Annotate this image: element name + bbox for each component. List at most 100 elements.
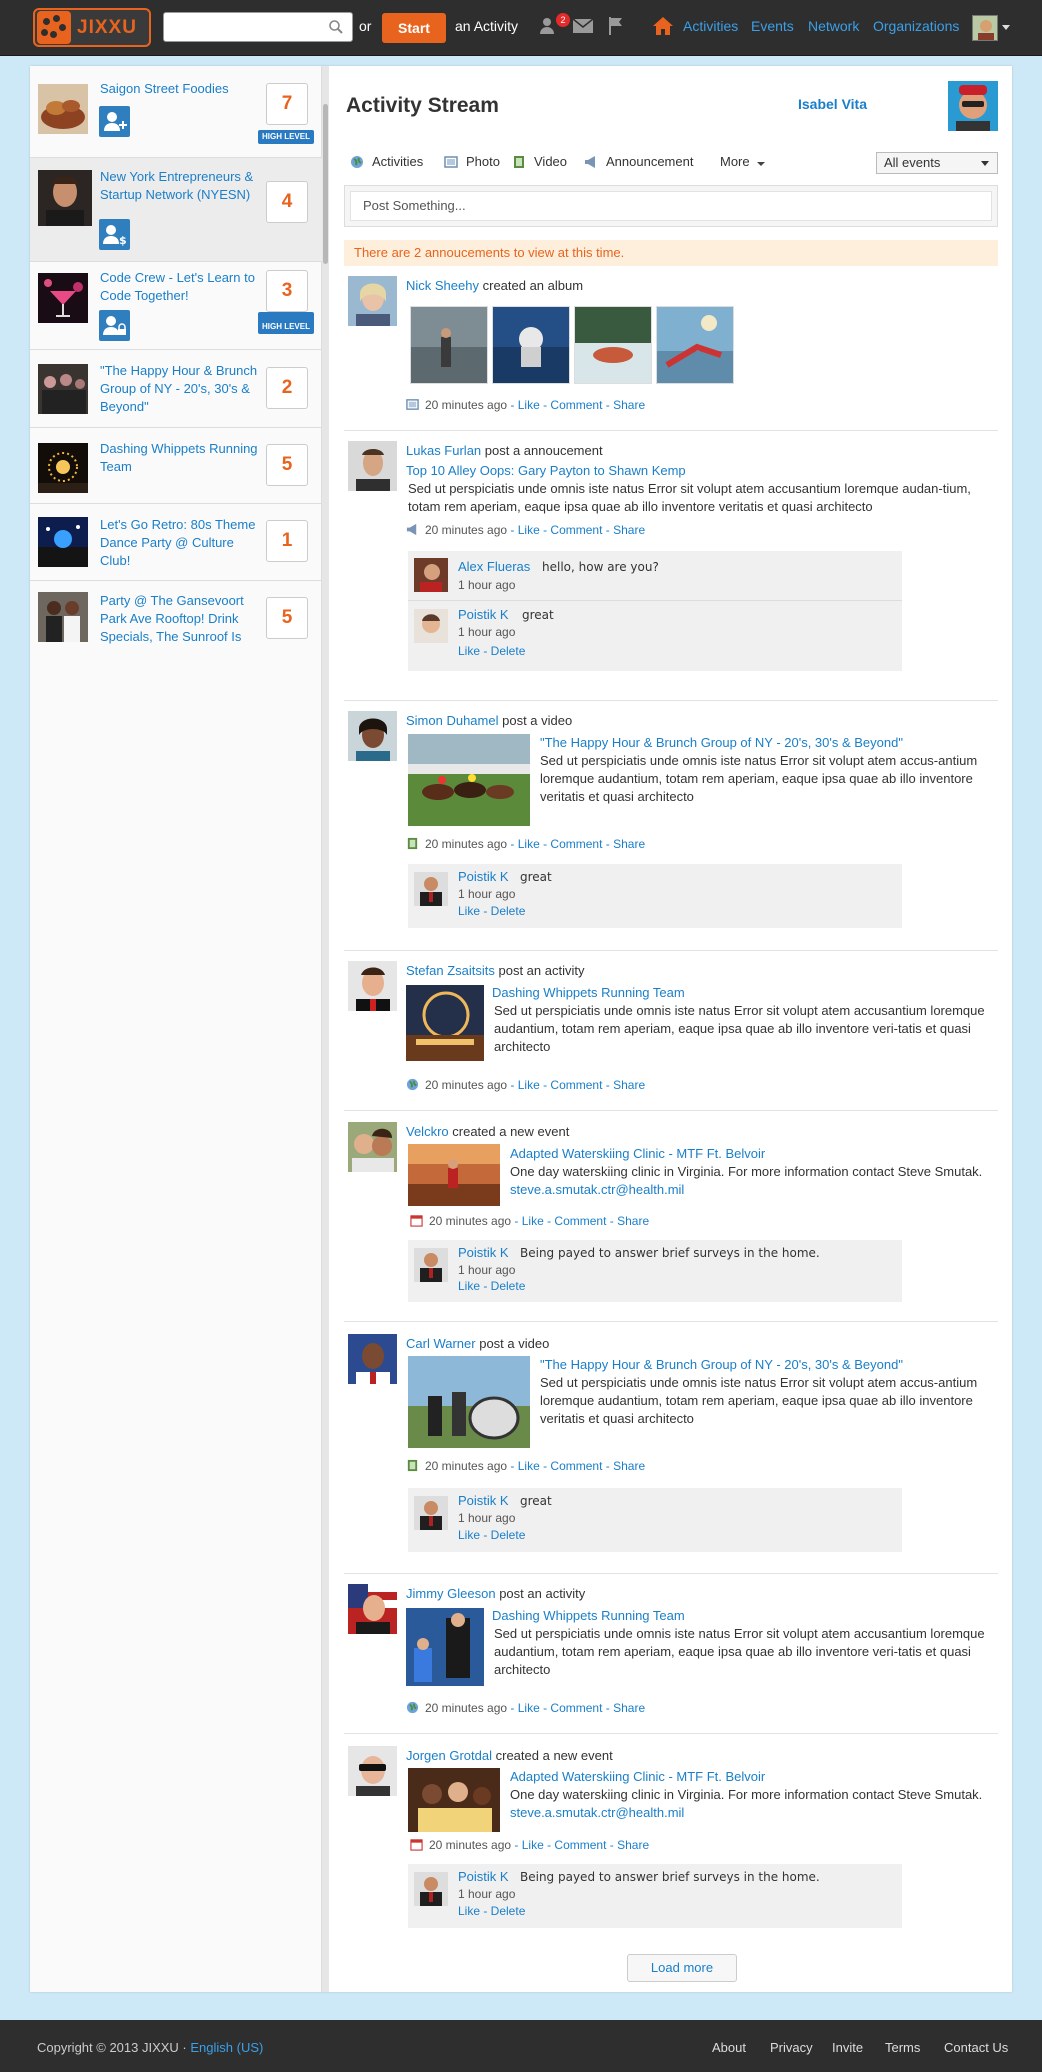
event-image[interactable] <box>408 1768 500 1832</box>
footer-link-terms[interactable]: Terms <box>885 2040 920 2055</box>
mail-icon[interactable] <box>571 14 595 38</box>
sidebar-scrollbar-thumb[interactable] <box>323 104 328 264</box>
load-more-button[interactable]: Load more <box>627 1954 737 1982</box>
comment-avatar[interactable] <box>414 1872 448 1906</box>
video-title[interactable]: "The Happy Hour & Brunch Group of NY - 2… <box>540 1357 903 1372</box>
footer-link-privacy[interactable]: Privacy <box>770 2040 813 2055</box>
sidebar-item-title[interactable]: Dashing Whippets Running Team <box>100 440 260 476</box>
user-avatar[interactable] <box>348 1746 397 1796</box>
album-photo[interactable] <box>492 306 570 384</box>
album-photo[interactable] <box>410 306 488 384</box>
comment-author[interactable]: Poistik K <box>458 869 509 884</box>
activity-user-link[interactable]: Velckro <box>406 1124 449 1139</box>
comment-actions[interactable]: Like - Delete <box>458 904 525 918</box>
sidebar-item-title[interactable]: New York Entrepreneurs & Startup Network… <box>100 168 260 204</box>
comment-actions[interactable]: Like - Delete <box>458 1279 525 1293</box>
announcement-title[interactable]: Top 10 Alley Oops: Gary Payton to Shawn … <box>406 463 686 478</box>
event-title[interactable]: Adapted Waterskiing Clinic - MTF Ft. Bel… <box>510 1769 765 1784</box>
current-user-avatar[interactable] <box>948 81 998 131</box>
tab-activities[interactable]: Activities <box>372 154 423 169</box>
user-avatar[interactable] <box>348 1334 397 1384</box>
sidebar-item[interactable]: New York Entrepreneurs & Startup Network… <box>30 158 322 326</box>
activity-user-link[interactable]: Stefan Zsaitsits <box>406 963 495 978</box>
footer-link-invite[interactable]: Invite <box>832 2040 863 2055</box>
user-avatar[interactable] <box>348 961 397 1011</box>
sidebar-item[interactable]: Party @ The Gansevoort Park Ave Rooftop!… <box>30 581 322 658</box>
comment-author[interactable]: Alex Flueras <box>458 559 530 574</box>
nav-events[interactable]: Events <box>751 18 794 34</box>
start-button[interactable]: Start <box>382 13 446 43</box>
comment-author[interactable]: Poistik K <box>458 1493 509 1508</box>
user-avatar[interactable] <box>348 1584 397 1634</box>
search-icon[interactable] <box>328 19 344 35</box>
sidebar-item[interactable]: Let's Go Retro: 80s Theme Dance Party @ … <box>30 504 322 581</box>
footer-link-contact[interactable]: Contact Us <box>944 2040 1008 2055</box>
comment-author[interactable]: Poistik K <box>458 1245 509 1260</box>
activity-image[interactable] <box>406 985 484 1061</box>
announcement-notice[interactable]: There are 2 annoucements to view at this… <box>344 240 998 266</box>
activity-user-link[interactable]: Lukas Furlan <box>406 443 481 458</box>
comment-actions[interactable]: Like - Delete <box>458 1528 525 1542</box>
user-avatar[interactable] <box>348 276 397 326</box>
sidebar-item-title[interactable]: "The Happy Hour & Brunch Group of NY - 2… <box>100 362 260 416</box>
activity-actions[interactable]: - Like - Comment - Share <box>510 398 645 412</box>
comment-author[interactable]: Poistik K <box>458 1869 509 1884</box>
contact-email-link[interactable]: steve.a.smutak.ctr@health.mil <box>510 1182 684 1197</box>
sidebar-item[interactable]: "The Happy Hour & Brunch Group of NY - 2… <box>30 350 322 428</box>
user-lock-icon[interactable] <box>99 310 130 341</box>
sidebar-scrollbar[interactable] <box>322 66 329 1992</box>
comment-author[interactable]: Poistik K <box>458 607 509 622</box>
activity-user-link[interactable]: Nick Sheehy <box>406 278 479 293</box>
event-title[interactable]: Adapted Waterskiing Clinic - MTF Ft. Bel… <box>510 1146 765 1161</box>
comment-avatar[interactable] <box>414 872 448 906</box>
album-photo[interactable] <box>574 306 652 384</box>
current-user-name[interactable]: Isabel Vita <box>743 96 867 112</box>
sidebar-item-title[interactable]: Party @ The Gansevoort Park Ave Rooftop!… <box>100 592 260 646</box>
activity-user-link[interactable]: Jorgen Grotdal <box>406 1748 492 1763</box>
logo[interactable]: JIXXU <box>33 8 151 47</box>
sidebar-item-title[interactable]: Saigon Street Foodies <box>100 80 260 98</box>
user-menu-caret[interactable] <box>1002 25 1010 30</box>
contact-email-link[interactable]: steve.a.smutak.ctr@health.mil <box>510 1805 684 1820</box>
comment-actions[interactable]: Like - Delete <box>458 644 525 658</box>
user-avatar[interactable] <box>348 1122 397 1172</box>
language-link[interactable]: English (US) <box>190 2040 263 2055</box>
comment-avatar[interactable] <box>414 1496 448 1530</box>
activity-user-link[interactable]: Simon Duhamel <box>406 713 499 728</box>
event-image[interactable] <box>408 1144 500 1206</box>
nav-activities[interactable]: Activities <box>683 18 738 34</box>
user-dollar-icon[interactable]: $ <box>99 219 130 250</box>
tab-video[interactable]: Video <box>534 154 567 169</box>
sidebar-item[interactable]: Code Crew - Let's Learn to Code Together… <box>30 262 322 350</box>
comment-actions[interactable]: Like - Delete <box>458 1904 525 1918</box>
sidebar-item[interactable]: Saigon Street Foodies 7 HIGH LEVEL <box>30 66 322 158</box>
user-avatar[interactable] <box>348 441 397 491</box>
sidebar-item[interactable]: Dashing Whippets Running Team 5 <box>30 428 322 504</box>
comment-avatar[interactable] <box>414 609 448 643</box>
home-icon[interactable] <box>651 14 675 38</box>
activity-user-link[interactable]: Carl Warner <box>406 1336 476 1351</box>
comment-avatar[interactable] <box>414 558 448 592</box>
flag-icon[interactable] <box>604 14 628 38</box>
activity-title[interactable]: Dashing Whippets Running Team <box>492 985 685 1000</box>
footer-link-about[interactable]: About <box>712 2040 746 2055</box>
user-avatar[interactable] <box>348 711 397 761</box>
video-thumbnail[interactable] <box>408 734 530 826</box>
post-input[interactable]: Post Something... <box>350 191 992 221</box>
add-user-icon[interactable] <box>99 106 130 137</box>
sidebar-item-title[interactable]: Code Crew - Let's Learn to Code Together… <box>100 269 260 305</box>
search-input[interactable] <box>163 12 353 42</box>
nav-organizations[interactable]: Organizations <box>873 18 959 34</box>
user-avatar[interactable] <box>972 15 998 41</box>
activity-title[interactable]: Dashing Whippets Running Team <box>492 1608 685 1623</box>
album-photo[interactable] <box>656 306 734 384</box>
video-title[interactable]: "The Happy Hour & Brunch Group of NY - 2… <box>540 735 903 750</box>
activity-image[interactable] <box>406 1608 484 1686</box>
activity-user-link[interactable]: Jimmy Gleeson <box>406 1586 496 1601</box>
sidebar-item-title[interactable]: Let's Go Retro: 80s Theme Dance Party @ … <box>100 516 260 570</box>
tab-announcement[interactable]: Announcement <box>606 154 693 169</box>
tab-photo[interactable]: Photo <box>466 154 500 169</box>
nav-network[interactable]: Network <box>808 18 859 34</box>
comment-avatar[interactable] <box>414 1248 448 1282</box>
video-thumbnail[interactable] <box>408 1356 530 1448</box>
